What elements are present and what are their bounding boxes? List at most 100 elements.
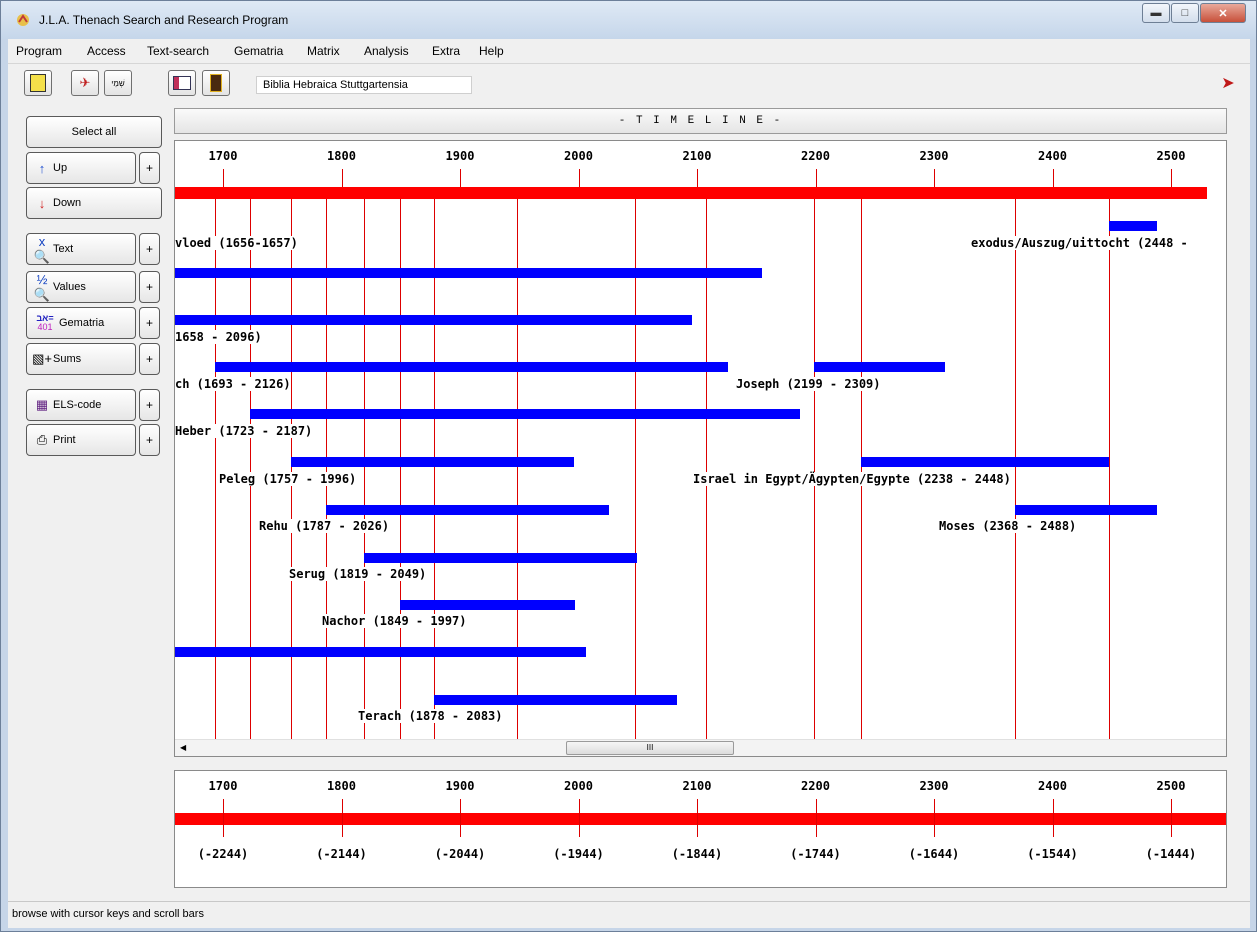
sums-button[interactable]: ▧+ Sums [26, 343, 136, 375]
gematria-plus-button[interactable]: + [139, 307, 160, 339]
up-button[interactable]: ↑ Up [26, 152, 136, 184]
print-plus-button[interactable]: + [139, 424, 160, 456]
search-tool-button[interactable]: ✈ [71, 70, 99, 96]
menu-analysis[interactable]: Analysis [364, 44, 409, 58]
menu-extra[interactable]: Extra [432, 44, 460, 58]
plus-label: + [145, 242, 153, 256]
lifespan-bar[interactable] [326, 505, 610, 515]
lifespan-bar[interactable] [364, 553, 637, 563]
values-plus-button[interactable]: + [139, 271, 160, 303]
print-button[interactable]: ⎙ Print [26, 424, 136, 456]
title-bar: J.L.A. Thenach Search and Research Progr… [1, 1, 1256, 39]
lifespan-label: Israel in Egypt/Ägypten/Egypte (2238 - 2… [693, 472, 1011, 486]
gematria-label: Gematria [59, 317, 105, 329]
lifespan-bar[interactable] [250, 409, 801, 419]
lifespan-bar[interactable] [814, 362, 945, 372]
menu-program[interactable]: Program [16, 44, 62, 58]
els-plus-button[interactable]: + [139, 389, 160, 421]
lifespan-label: Moses (2368 - 2488) [939, 519, 1077, 533]
menu-gematria[interactable]: Gematria [234, 44, 283, 58]
timeline-panel[interactable]: 1700 1800 1900 2000 2100 2200 2300 2400 2500 vloe… [174, 140, 1227, 757]
lifespan-label: Peleg (1757 - 1996) [219, 472, 357, 486]
lifespan-bar[interactable] [860, 457, 1110, 467]
lifespan-bar[interactable] [175, 268, 763, 278]
bc-year-label: (-1644) [908, 847, 960, 861]
event-marker-line [1109, 199, 1111, 739]
lifespan-label: Heber (1723 - 2187) [175, 424, 313, 438]
menu-help[interactable]: Help [479, 44, 504, 58]
bc-year-label: (-1544) [1027, 847, 1078, 861]
lifespan-bar[interactable] [214, 362, 728, 372]
event-marker-line [250, 199, 252, 739]
hebrew-button[interactable]: שְׁמֵי [104, 70, 132, 96]
runner-icon: ✈ [79, 75, 91, 90]
timeline-header: - T I M E L I N E - [174, 108, 1227, 134]
ruler-tick [1171, 799, 1172, 837]
year-tick [578, 169, 580, 189]
horizontal-scroll-thumb[interactable]: III [566, 741, 734, 755]
book-button[interactable] [202, 70, 230, 96]
plus-label: + [145, 316, 153, 330]
menu-access[interactable]: Access [87, 44, 126, 58]
lifespan-label: vloed (1656-1657) [175, 236, 298, 250]
year-tick-label: 1900 [445, 149, 475, 163]
close-button[interactable]: ✕ [1200, 3, 1246, 23]
sums-plus-button[interactable]: + [139, 343, 160, 375]
calculator-button[interactable] [24, 70, 52, 96]
menu-matrix[interactable]: Matrix [307, 44, 340, 58]
year-tick-label: 1800 [327, 149, 356, 163]
minimize-button[interactable]: ▬ [1142, 3, 1170, 23]
select-all-button[interactable]: Select all [26, 116, 162, 148]
year-tick [1052, 169, 1054, 189]
menu-text-search[interactable]: Text-search [147, 44, 209, 58]
year-tick [341, 169, 343, 189]
year-tick-label: 2400 [1038, 149, 1067, 163]
year-tick [697, 169, 698, 189]
book-icon [210, 74, 222, 92]
els-code-button[interactable]: ▦ ELS-code [26, 389, 136, 421]
values-button[interactable]: ½🔍 Values [26, 271, 136, 303]
form-button[interactable] [168, 70, 196, 96]
els-code-label: ELS-code [53, 399, 102, 411]
event-marker-line [1014, 199, 1016, 739]
lifespan-bar[interactable] [433, 695, 677, 705]
lifespan-bar[interactable] [1014, 505, 1157, 515]
horizontal-scrollbar[interactable]: ◀ III ▶ [175, 739, 1226, 756]
ruler-tick-label: 2200 [801, 779, 830, 793]
sums-icon: ▧+ [32, 351, 52, 366]
event-marker-line [290, 199, 292, 739]
maximize-button[interactable]: □ [1171, 3, 1199, 23]
bc-year-label: (-1844) [671, 847, 723, 861]
lifespan-label: Joseph (2199 - 2309) [736, 377, 881, 391]
app-icon [15, 12, 31, 28]
year-tick [223, 169, 224, 189]
text-label: Text [53, 243, 74, 255]
lifespan-label: Rehu (1787 - 2026) [259, 519, 390, 533]
lifespan-bar[interactable] [175, 647, 586, 657]
lifespan-bar[interactable] [1109, 221, 1157, 231]
plus-label: + [145, 398, 153, 412]
scroll-left-icon[interactable]: ◀ [180, 743, 186, 752]
exit-button[interactable]: ➤ [1214, 70, 1242, 96]
event-marker-line [860, 199, 862, 739]
down-button[interactable]: ↓ Down [26, 187, 162, 219]
lifespan-bar[interactable] [175, 315, 693, 325]
up-label: Up [53, 162, 68, 174]
year-tick [815, 169, 817, 189]
print-label: Print [53, 434, 76, 446]
hebrew-text-icon: שְׁמֵי [111, 78, 125, 88]
database-field[interactable]: Biblia Hebraica Stuttgartensia [256, 76, 472, 94]
lifespan-bar[interactable] [399, 600, 575, 610]
text-button[interactable]: x🔍 Text [26, 233, 136, 265]
up-plus-button[interactable]: + [139, 152, 160, 184]
year-ruler-content: 1700 (-2244) 1800 (-2144) 1900 (-2044) 2000 (-1… [175, 771, 1226, 887]
arrow-down-icon: ↓ [38, 195, 46, 211]
lifespan-label: exodus/Auszug/uittocht (2448 - [971, 236, 1188, 250]
gematria-icon: אב= 401 [36, 313, 54, 332]
gematria-button[interactable]: אב= 401 Gematria [26, 307, 136, 339]
calculator-icon [30, 74, 46, 92]
ruler-tick-label: 1800 [327, 779, 356, 793]
text-plus-button[interactable]: + [139, 233, 160, 265]
plus-label: + [145, 161, 153, 175]
lifespan-bar[interactable] [290, 457, 574, 467]
